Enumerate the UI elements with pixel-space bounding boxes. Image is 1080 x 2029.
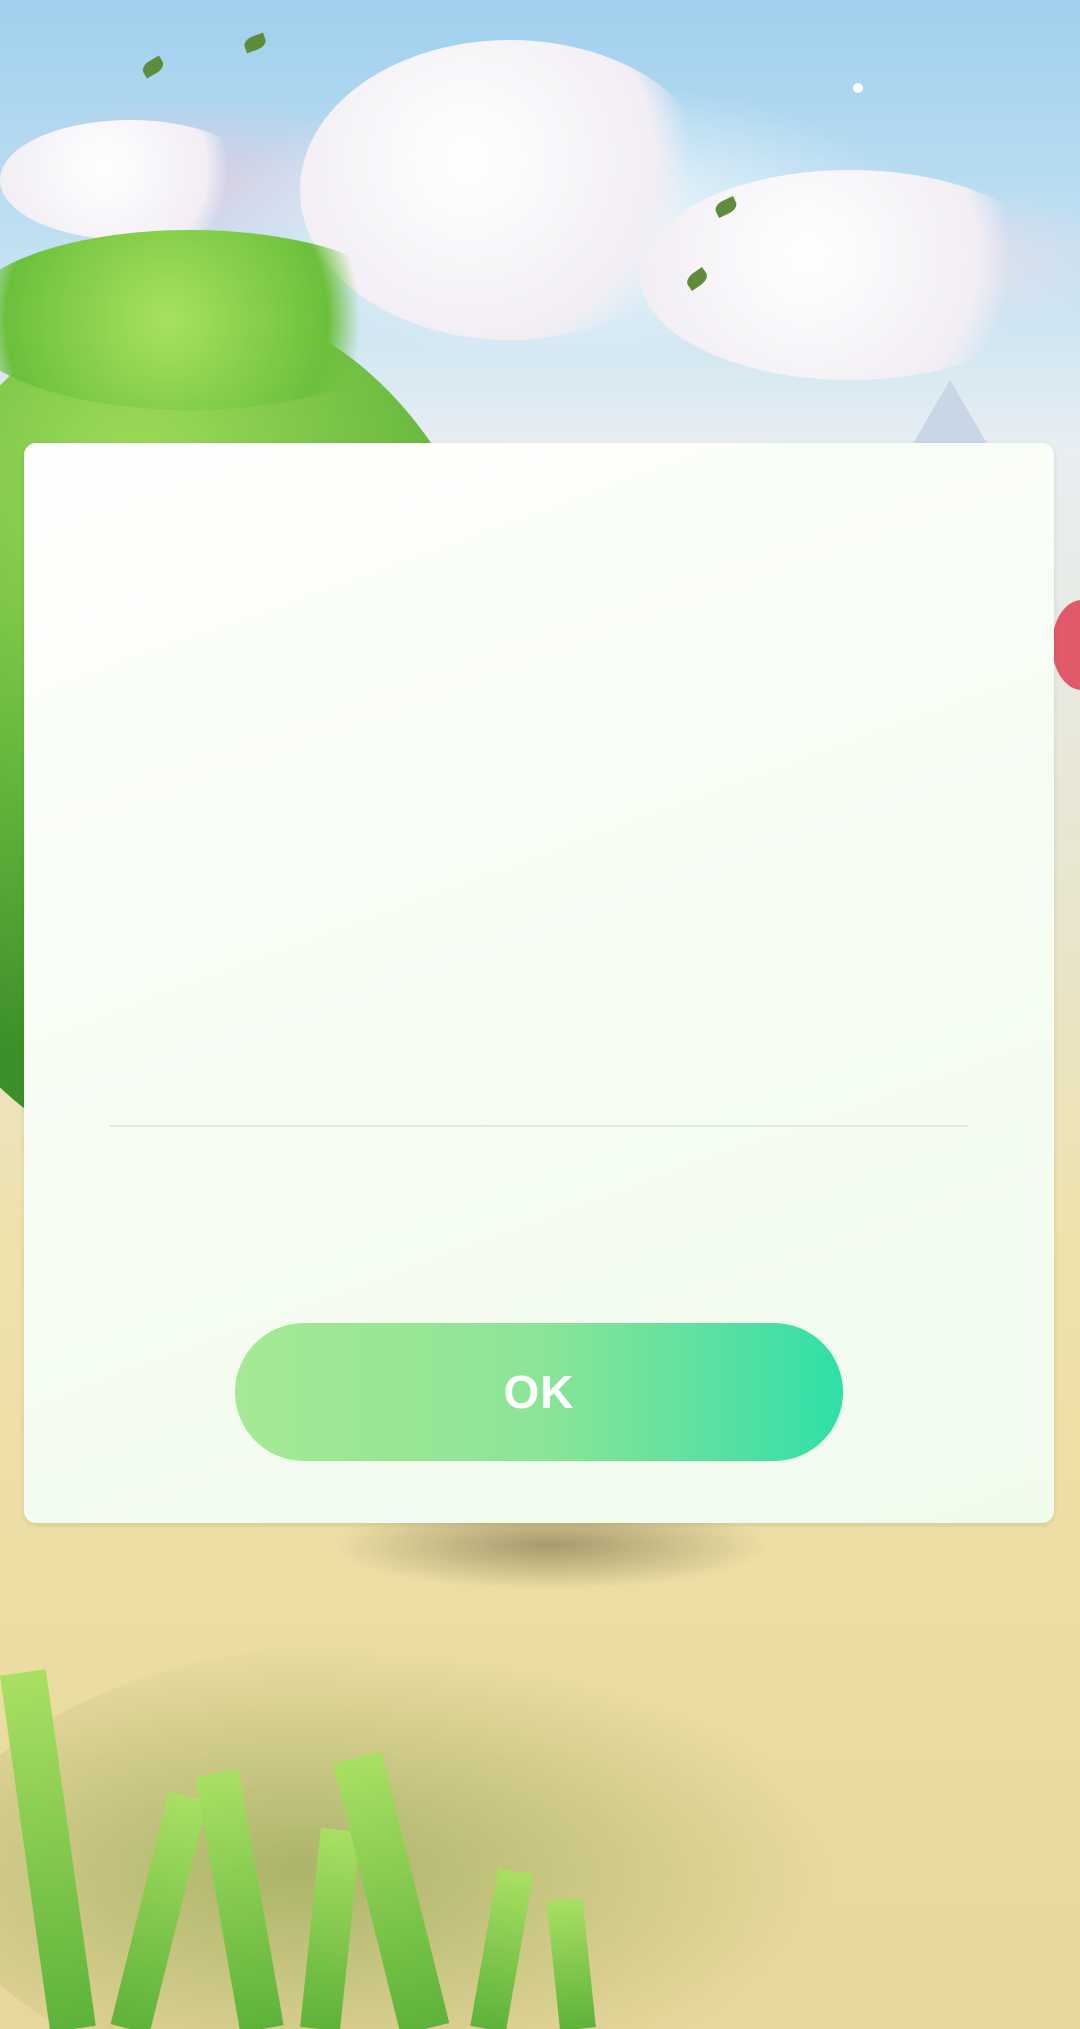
sparkle xyxy=(853,83,863,93)
divider xyxy=(110,1125,968,1127)
flower xyxy=(1052,600,1080,690)
dialog: OK xyxy=(24,443,1054,1523)
game-background: OK xyxy=(0,0,1080,2029)
cloud xyxy=(0,120,260,240)
ok-button[interactable]: OK xyxy=(235,1323,843,1461)
dialog-content xyxy=(24,443,1054,1125)
